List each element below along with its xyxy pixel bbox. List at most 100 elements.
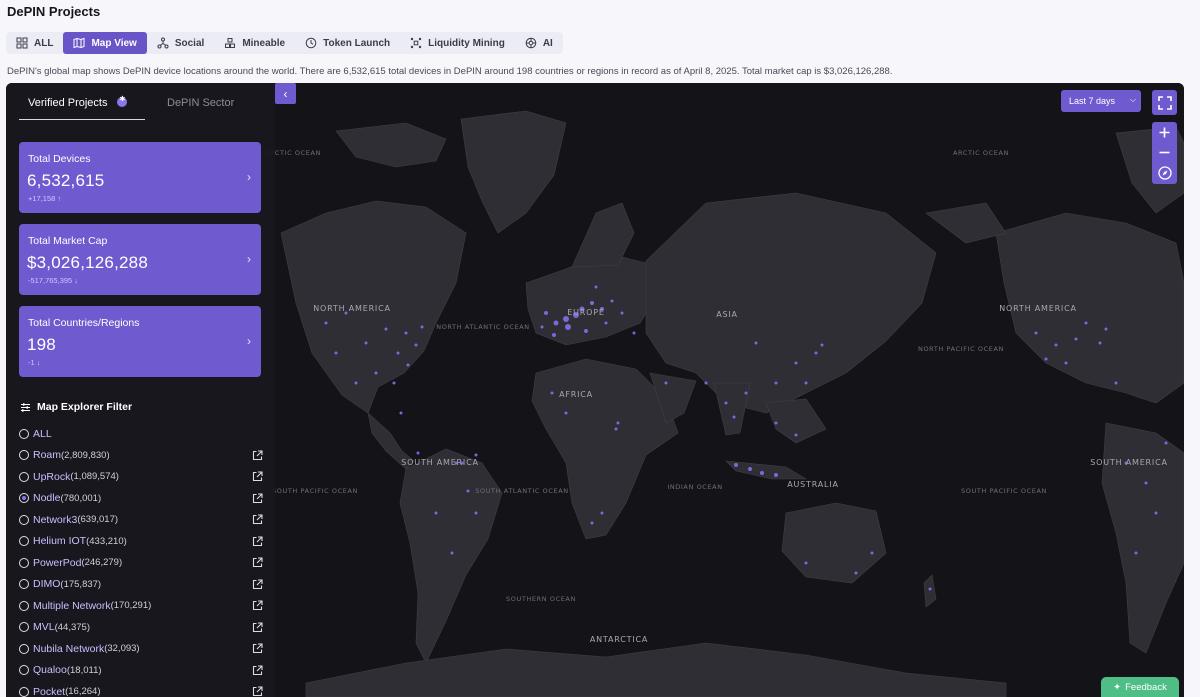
filter-item[interactable]: DIMO (175,837) [19, 574, 263, 596]
map-panel: ARCTIC OCEAN ARCTIC OCEAN NORTH AMERICA … [6, 83, 1184, 697]
map-label-north-atlantic: NORTH ATLANTIC OCEAN [436, 323, 530, 331]
radio-button[interactable] [19, 622, 29, 633]
radio-button[interactable] [19, 471, 29, 482]
radio-button[interactable] [19, 579, 29, 590]
map-label-asia: ASIA [716, 310, 738, 319]
filter-item[interactable]: Helium IOT (433,210) [19, 531, 263, 553]
card-delta: -517,765,395 ↓ [28, 276, 79, 285]
radio-button[interactable] [19, 600, 29, 611]
filter-count: (18,011) [66, 664, 102, 676]
map-label-south-america-east: SOUTH AMERICA [1090, 458, 1167, 467]
filter-count: (2,809,830) [61, 449, 110, 461]
filter-count: (780,001) [60, 492, 102, 504]
external-link-icon[interactable] [252, 514, 263, 525]
external-link-icon[interactable] [252, 535, 263, 547]
tab-mineable[interactable]: Mineable [214, 32, 295, 54]
filter-item[interactable]: Pocket (16,264) [19, 681, 263, 697]
filter-name: Nubila Network [33, 642, 105, 655]
tab-liquidity-mining[interactable]: Liquidity Mining [400, 32, 515, 54]
filter-list: ALL Roam (2,809,830) UpRock (1,089,574) Nodl… [19, 423, 263, 697]
card-total-countries[interactable]: Total Countries/Regions 198 -1 ↓ › [19, 306, 261, 377]
feedback-label: Feedback [1125, 681, 1167, 693]
filter-name: Multiple Network [33, 599, 111, 612]
external-link-icon[interactable] [252, 578, 263, 590]
filter-item[interactable]: Multiple Network (170,291) [19, 595, 263, 617]
tab-social[interactable]: Social [147, 32, 214, 54]
filter-item[interactable]: MVL (44,375) [19, 617, 263, 639]
map-label-arctic-east: ARCTIC OCEAN [953, 149, 1009, 157]
tab-label: Mineable [242, 37, 286, 49]
filter-sliders-icon [21, 402, 30, 412]
filter-item[interactable]: Nodle (780,001) [19, 488, 263, 510]
page-title: DePIN Projects [7, 4, 101, 19]
tab-map-view[interactable]: Map View [63, 32, 147, 54]
sparkle-icon: ✦ [1113, 681, 1122, 693]
external-link-icon[interactable] [252, 664, 263, 676]
tab-verified-projects[interactable]: Verified Projects [19, 95, 145, 120]
map-label-north-pacific: NORTH PACIFIC OCEAN [918, 345, 1004, 353]
filter-name: Nodle [33, 492, 61, 505]
radio-button[interactable] [19, 643, 29, 654]
card-total-devices[interactable]: Total Devices 6,532,615 +17,158 ↑ › [19, 142, 261, 213]
page-description: DePIN's global map shows DePIN device lo… [7, 66, 893, 77]
card-total-market-cap[interactable]: Total Market Cap $3,026,126,288 -517,765… [19, 224, 261, 295]
tab-depin-sector[interactable]: DePIN Sector [167, 97, 234, 120]
filter-item[interactable]: UpRock (1,089,574) [19, 466, 263, 488]
tab-all[interactable]: ALL [6, 32, 63, 54]
radio-button[interactable] [19, 557, 29, 568]
radio-button[interactable] [19, 493, 29, 504]
filter-name: Qualoo [33, 664, 67, 677]
filter-count: (433,210) [86, 535, 127, 547]
tab-label: Token Launch [323, 37, 391, 49]
external-link-icon[interactable] [252, 600, 263, 611]
collapse-sidebar-button[interactable]: ‹ [275, 83, 296, 104]
filter-item[interactable]: PowerPod (246,279) [19, 552, 263, 574]
map-label-south-atlantic: SOUTH ATLANTIC OCEAN [475, 487, 568, 495]
time-range-select[interactable]: Last 7 days ⌵ [1061, 90, 1141, 112]
external-link-icon[interactable] [252, 449, 263, 461]
radio-button[interactable] [19, 514, 29, 525]
grid-icon [16, 37, 28, 49]
filter-count: (175,837) [60, 578, 102, 590]
radio-button[interactable] [19, 686, 29, 697]
map-label-south-america: SOUTH AMERICA [401, 458, 478, 467]
feedback-button[interactable]: ✦ Feedback [1101, 677, 1179, 697]
filter-item[interactable]: Network3 (639,017) [19, 509, 263, 531]
filter-item[interactable]: Qualoo (18,011) [19, 660, 263, 682]
radio-button[interactable] [19, 428, 29, 439]
external-link-icon[interactable] [252, 621, 263, 633]
filter-item[interactable]: Roam (2,809,830) [19, 445, 263, 467]
filter-item-all[interactable]: ALL [19, 423, 263, 445]
filter-count: (1,089,574) [70, 471, 119, 483]
network-icon [157, 37, 169, 49]
zoom-in-button[interactable] [1152, 122, 1177, 142]
tab-token-launch[interactable]: Token Launch [295, 32, 400, 54]
filter-item[interactable]: Nubila Network (32,093) [19, 638, 263, 660]
nodes-icon [410, 37, 422, 49]
ai-chip-icon [525, 37, 537, 49]
map-sidebar: Verified Projects DePIN Sector Total Dev… [6, 83, 275, 697]
external-link-icon[interactable] [252, 492, 263, 504]
filter-count: (44,375) [54, 621, 90, 633]
filter-count: (246,279) [81, 557, 123, 569]
map-label-south-pacific: SOUTH PACIFIC OCEAN [272, 487, 358, 495]
external-link-icon[interactable] [252, 643, 263, 654]
tab-ai[interactable]: AI [515, 32, 563, 54]
zoom-out-button[interactable] [1152, 142, 1177, 162]
external-link-icon[interactable] [252, 471, 263, 482]
external-link-icon[interactable] [252, 686, 263, 697]
filter-name: MVL [33, 621, 55, 634]
compass-button[interactable] [1152, 162, 1177, 184]
card-delta: -1 ↓ [28, 358, 41, 367]
map-icon [73, 37, 85, 49]
external-link-icon[interactable] [252, 557, 263, 568]
radio-button[interactable] [19, 665, 29, 676]
radio-button[interactable] [19, 450, 29, 461]
sidebar-tabs: Verified Projects DePIN Sector [19, 95, 259, 120]
card-value: 198 [27, 335, 56, 354]
filter-count: (16,264) [65, 686, 101, 697]
fullscreen-button[interactable] [1152, 90, 1177, 115]
radio-button[interactable] [19, 536, 29, 547]
view-tabs: ALL Map View Social Mineable Token Launc… [6, 32, 563, 54]
tab-label: ALL [34, 37, 54, 49]
